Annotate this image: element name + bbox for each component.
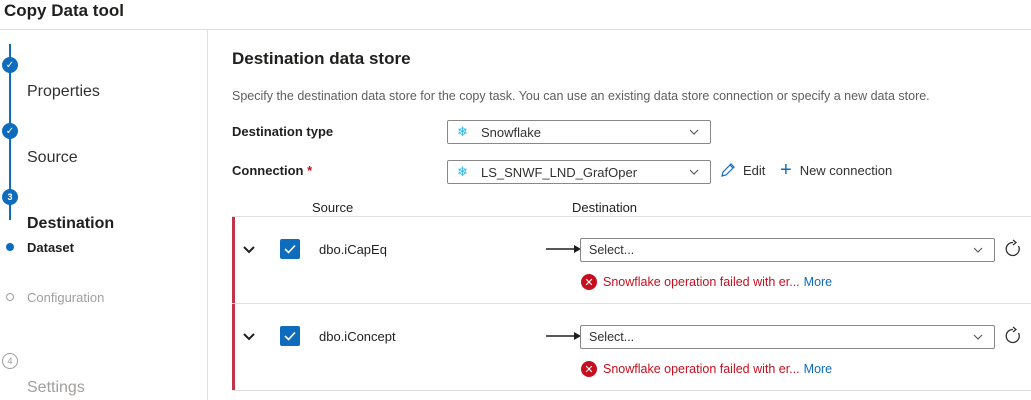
- chevron-down-icon: [689, 169, 699, 175]
- error-indicator-bar: [232, 304, 235, 390]
- new-connection-label: New connection: [799, 162, 893, 178]
- source-table-name: dbo.iCapEq: [319, 242, 387, 257]
- error-icon: ✕: [581, 274, 597, 290]
- dropdown-value: LS_SNWF_LND_GrafOper: [481, 164, 638, 180]
- step-label: Properties: [27, 83, 100, 100]
- chevron-down-icon: [689, 129, 699, 135]
- step-label: Dataset: [27, 239, 74, 255]
- error-text: Snowflake operation failed with er...: [603, 362, 800, 376]
- error-indicator-bar: [232, 217, 235, 303]
- title-bar: Copy Data tool: [0, 0, 1031, 30]
- snowflake-icon: ❄: [457, 164, 468, 179]
- error-text: Snowflake operation failed with er...: [603, 275, 800, 289]
- more-link[interactable]: More: [804, 275, 832, 289]
- error-message: ✕ Snowflake operation failed with er... …: [581, 361, 832, 377]
- page-description: Specify the destination data store for t…: [232, 89, 930, 103]
- step-label: Destination: [27, 215, 115, 232]
- snowflake-icon: ❄: [457, 124, 468, 139]
- destination-table-select[interactable]: Select...: [580, 325, 995, 349]
- connection-dropdown[interactable]: ❄ LS_SNWF_LND_GrafOper: [447, 160, 711, 184]
- chevron-down-icon: [973, 247, 983, 253]
- error-message: ✕ Snowflake operation failed with er... …: [581, 274, 832, 290]
- step-label: Source: [27, 149, 78, 166]
- destination-column-header: Destination: [572, 200, 638, 215]
- source-table-name: dbo.iConcept: [319, 329, 396, 344]
- destination-type-dropdown[interactable]: ❄ Snowflake: [447, 120, 711, 144]
- chevron-down-icon[interactable]: [242, 243, 256, 257]
- connection-label: Connection *: [232, 163, 312, 178]
- window-title: Copy Data tool: [4, 1, 124, 20]
- connection-label-text: Connection: [232, 163, 304, 178]
- source-column-header: Source: [312, 200, 354, 215]
- dropdown-value: Snowflake: [481, 124, 541, 140]
- plus-icon: +: [780, 159, 792, 181]
- table-mapping-row: dbo.iConcept Select... ✕ Snowflake opera…: [232, 304, 1031, 391]
- edit-connection-button[interactable]: Edit: [719, 162, 765, 179]
- refresh-icon[interactable]: [1003, 239, 1023, 259]
- checkmark-icon: ✓: [2, 123, 18, 139]
- pending-dot-icon: [6, 293, 14, 301]
- step-number-badge: 3: [2, 189, 18, 205]
- chevron-down-icon: [973, 334, 983, 340]
- step-number-badge: 4: [2, 353, 18, 369]
- table-mapping-row: dbo.iCapEq Select... ✕ Snowflake operati…: [232, 217, 1031, 304]
- select-placeholder: Select...: [589, 243, 635, 257]
- step-label: Configuration: [27, 289, 105, 305]
- checkmark-icon: [284, 244, 296, 254]
- error-icon: ✕: [581, 361, 597, 377]
- pencil-icon: [721, 163, 735, 177]
- refresh-icon[interactable]: [1003, 326, 1023, 346]
- page-title: Destination data store: [232, 49, 411, 68]
- edit-label: Edit: [743, 163, 766, 178]
- destination-table-select[interactable]: Select...: [580, 238, 995, 262]
- arrow-right-icon: [546, 332, 581, 340]
- select-placeholder: Select...: [589, 330, 635, 344]
- checkmark-icon: ✓: [2, 57, 18, 73]
- table-checkbox[interactable]: [280, 326, 300, 346]
- table-checkbox[interactable]: [280, 239, 300, 259]
- step-label: Settings: [27, 379, 85, 396]
- more-link[interactable]: More: [804, 362, 832, 376]
- required-marker: *: [307, 163, 313, 178]
- chevron-down-icon[interactable]: [242, 330, 256, 344]
- current-dot-icon: [6, 243, 14, 251]
- new-connection-button[interactable]: + New connection: [780, 159, 893, 181]
- arrow-right-icon: [546, 245, 581, 253]
- checkmark-icon: [284, 331, 296, 341]
- destination-type-label: Destination type: [232, 124, 334, 139]
